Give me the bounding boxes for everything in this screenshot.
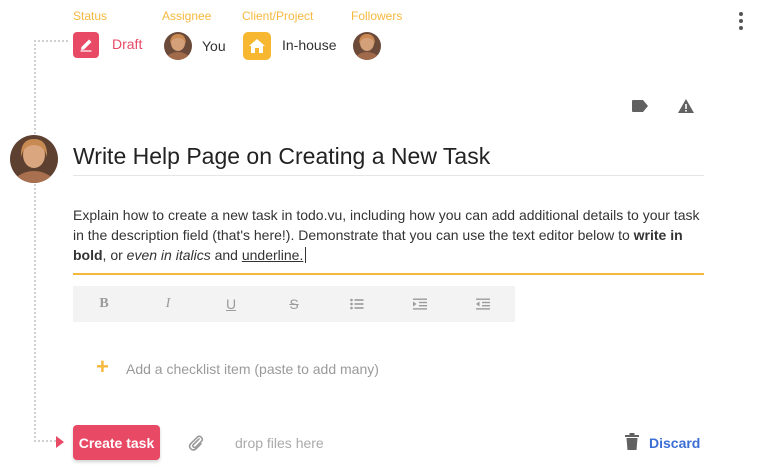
outdent-icon: [476, 298, 490, 310]
timeline-guide-top: [34, 40, 68, 42]
editor-toolbar: B I U S: [73, 286, 515, 322]
task-title[interactable]: Write Help Page on Creating a New Task: [73, 141, 704, 176]
client-project-value[interactable]: In-house: [282, 37, 336, 53]
warning-icon[interactable]: [677, 98, 695, 119]
text-caret: [305, 247, 307, 263]
indent-icon: [413, 298, 427, 310]
description-italic-text: even in italics: [126, 247, 211, 263]
creator-avatar: [10, 135, 58, 183]
house-icon[interactable]: [243, 32, 271, 60]
more-options-icon[interactable]: [733, 9, 749, 33]
status-label: Status: [73, 9, 108, 23]
outdent-button[interactable]: [468, 286, 498, 322]
italic-button[interactable]: I: [153, 286, 183, 322]
bullet-list-icon: [350, 298, 364, 310]
underline-button[interactable]: U: [216, 286, 246, 322]
timeline-arrow-icon: [56, 436, 64, 448]
client-project-label: Client/Project: [242, 9, 314, 23]
drop-files-zone[interactable]: drop files here: [235, 435, 324, 451]
description-text: Explain how to create a new task in todo…: [73, 207, 700, 243]
description-underline-text: underline.: [241, 247, 304, 263]
add-checklist-plus-icon[interactable]: +: [96, 355, 109, 379]
paperclip-icon[interactable]: [187, 434, 205, 457]
bullet-list-button[interactable]: [342, 286, 372, 322]
description-text: , or: [102, 247, 127, 263]
tag-icon[interactable]: [631, 99, 649, 118]
discard-button[interactable]: Discard: [649, 435, 700, 451]
description-text: and: [210, 247, 242, 263]
indent-button[interactable]: [405, 286, 435, 322]
task-description[interactable]: Explain how to create a new task in todo…: [73, 205, 704, 275]
strikethrough-button[interactable]: S: [279, 286, 309, 322]
status-value[interactable]: Draft: [112, 36, 142, 52]
checklist-input[interactable]: Add a checklist item (paste to add many): [126, 361, 379, 377]
draft-pencil-icon[interactable]: [73, 32, 99, 58]
assignee-label: Assignee: [162, 9, 212, 23]
assignee-value[interactable]: You: [202, 38, 226, 54]
follower-avatar[interactable]: [353, 32, 381, 60]
bold-button[interactable]: B: [89, 286, 119, 322]
assignee-avatar[interactable]: [164, 32, 192, 60]
timeline-guide: [34, 40, 36, 442]
followers-label: Followers: [351, 9, 403, 23]
create-task-button[interactable]: Create task: [73, 425, 160, 460]
timeline-guide-bottom: [34, 440, 56, 442]
trash-icon[interactable]: [625, 433, 639, 455]
